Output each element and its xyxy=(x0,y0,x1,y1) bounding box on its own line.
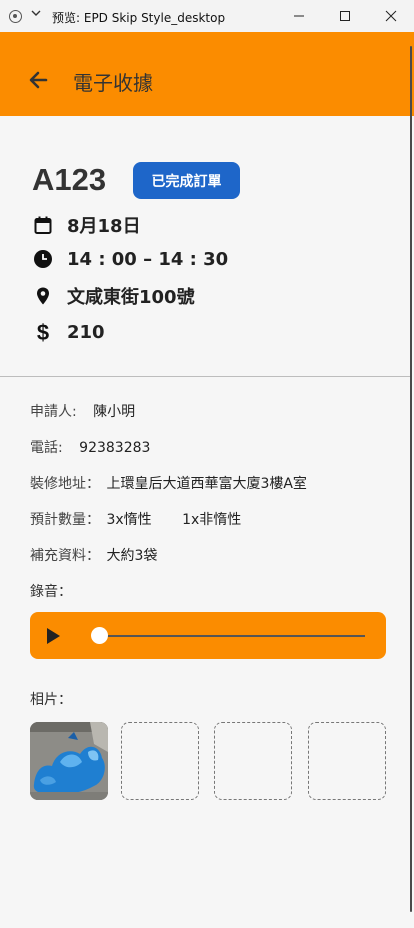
order-price: 210 xyxy=(67,321,105,343)
window-titlebar: 预览: EPD Skip Style_desktop xyxy=(0,0,414,32)
dollar-icon: $ xyxy=(32,321,54,343)
status-badge: 已完成訂單 xyxy=(133,162,240,199)
minimize-button[interactable] xyxy=(276,0,322,32)
photo-thumbnail[interactable] xyxy=(30,722,108,800)
maximize-button[interactable] xyxy=(322,0,368,32)
location-pin-icon xyxy=(32,285,54,307)
audio-seek-track[interactable] xyxy=(100,635,365,637)
clock-icon xyxy=(32,248,54,270)
app-record-icon[interactable] xyxy=(9,10,22,23)
app-bar: 電子收據 xyxy=(0,32,414,116)
quantity-inert: 3x惰性 xyxy=(106,512,152,528)
extra-info-label: 補充資料： xyxy=(30,548,100,564)
photo-slot-empty[interactable] xyxy=(308,722,386,800)
maximize-icon xyxy=(340,11,350,21)
quantity-label: 預計數量： xyxy=(30,512,100,528)
recording-label: 錄音： xyxy=(30,584,72,600)
applicant-value: 陳小明 xyxy=(93,404,136,420)
extra-info-value: 大約3袋 xyxy=(106,548,158,564)
order-date: 8月18日 xyxy=(67,216,141,237)
arrow-back-icon xyxy=(29,71,48,89)
section-divider xyxy=(0,376,410,377)
window-title: 预览: EPD Skip Style_desktop xyxy=(52,11,226,25)
phone-field: 電話: 92383283 xyxy=(30,437,150,457)
order-address: 文咸東街100號 xyxy=(67,287,195,308)
extra-info-field: 補充資料： 大約3袋 xyxy=(30,545,157,565)
applicant-field: 申請人: 陳小明 xyxy=(30,401,135,421)
phone-label: 電話: xyxy=(30,440,63,456)
price-row: $ 210 xyxy=(32,321,105,343)
close-icon xyxy=(385,10,397,22)
play-icon[interactable] xyxy=(47,628,60,644)
calendar-icon xyxy=(32,214,54,236)
renovation-address-value: 上環皇后大道西華富大廈3樓A室 xyxy=(106,476,307,492)
date-row: 8月18日 xyxy=(32,212,141,238)
quantity-non-inert: 1x非惰性 xyxy=(182,512,242,528)
scrollbar[interactable] xyxy=(410,46,412,912)
audio-player xyxy=(30,612,386,659)
renovation-address-label: 裝修地址： xyxy=(30,476,100,492)
order-id: A123 xyxy=(32,162,107,197)
order-time: 14 : 00 – 14 : 30 xyxy=(67,248,229,270)
photos-label: 相片： xyxy=(30,692,72,708)
applicant-label: 申請人: xyxy=(30,404,77,420)
garbage-bags-photo xyxy=(30,722,108,800)
quantity-field: 預計數量： 3x惰性 1x非惰性 xyxy=(30,509,241,529)
close-window-button[interactable] xyxy=(368,0,414,32)
photo-slot-empty[interactable] xyxy=(121,722,199,800)
renovation-address-field: 裝修地址： 上環皇后大道西華富大廈3樓A室 xyxy=(30,473,307,493)
audio-seek-thumb[interactable] xyxy=(91,627,108,644)
address-row: 文咸東街100號 xyxy=(32,283,195,309)
minimize-icon xyxy=(294,15,304,17)
time-row: 14 : 00 – 14 : 30 xyxy=(32,248,228,270)
back-button[interactable] xyxy=(26,68,54,92)
phone-value: 92383283 xyxy=(79,440,151,456)
photo-slot-empty[interactable] xyxy=(214,722,292,800)
chevron-down-icon[interactable] xyxy=(31,8,41,21)
svg-text:$: $ xyxy=(37,321,49,343)
page-title: 電子收據 xyxy=(73,71,153,95)
